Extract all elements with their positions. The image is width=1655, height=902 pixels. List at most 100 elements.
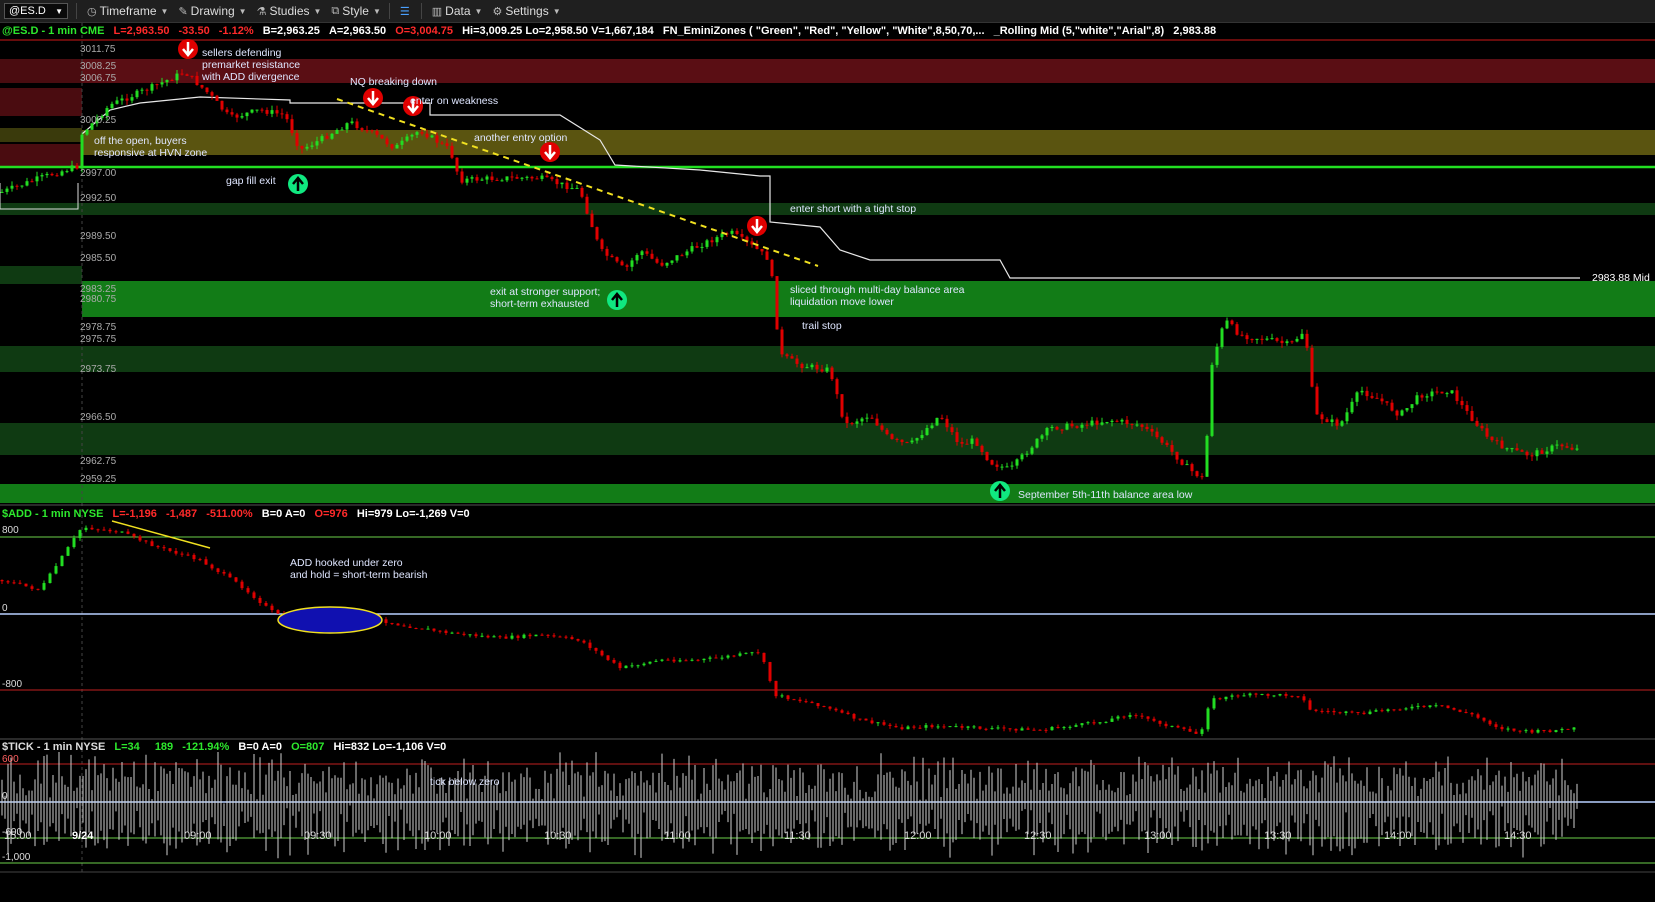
tick-ba: B=0 A=0 bbox=[238, 741, 283, 753]
candle-body bbox=[888, 724, 892, 726]
price-change: -33.50 bbox=[178, 25, 210, 37]
study-rolling-mid[interactable]: _Rolling Mid (5,"white","Arial",8) bbox=[994, 25, 1165, 37]
candle-body bbox=[310, 145, 314, 147]
candle-body bbox=[990, 460, 994, 465]
add-last: L=-1,196 bbox=[112, 508, 157, 520]
candle-body bbox=[42, 583, 46, 590]
candle-body bbox=[375, 130, 379, 135]
timeframe-menu[interactable]: ◷ Timeframe ▼ bbox=[87, 4, 168, 18]
candle-body bbox=[790, 356, 794, 359]
chevron-down-icon: ▼ bbox=[372, 6, 381, 16]
candle-body bbox=[835, 379, 839, 395]
candle-body bbox=[700, 246, 704, 248]
candle-body bbox=[535, 178, 539, 180]
candle-body bbox=[714, 657, 718, 659]
candle-body bbox=[500, 180, 504, 182]
candle-body bbox=[12, 582, 16, 584]
annotation-gap-fill: gap fill exit bbox=[226, 175, 276, 187]
candle-body bbox=[1242, 695, 1246, 697]
candle-body bbox=[1575, 448, 1579, 450]
chevron-down-icon: ▼ bbox=[552, 6, 561, 16]
candle-body bbox=[320, 136, 324, 142]
candle-body bbox=[660, 659, 664, 661]
candle-body bbox=[1290, 341, 1294, 343]
candle-body bbox=[130, 97, 134, 101]
price-level-label: 2980.75 bbox=[80, 294, 117, 305]
candle-body bbox=[1152, 718, 1156, 721]
candle-body bbox=[1105, 422, 1109, 424]
candle-body bbox=[1434, 705, 1438, 707]
candle-body bbox=[1230, 695, 1234, 697]
candle-body bbox=[315, 141, 319, 146]
candle-body bbox=[1475, 420, 1479, 426]
candle-body bbox=[275, 110, 279, 114]
candle-body bbox=[1415, 395, 1419, 405]
candle-body bbox=[954, 726, 958, 728]
candle-body bbox=[1025, 453, 1029, 455]
candle-body bbox=[168, 548, 172, 551]
candle-body bbox=[710, 240, 714, 243]
data-menu[interactable]: ▥ Data ▼ bbox=[432, 4, 483, 18]
candle-body bbox=[880, 425, 884, 430]
candle-body bbox=[145, 89, 149, 91]
candle-body bbox=[770, 259, 774, 277]
candle-body bbox=[195, 75, 199, 86]
candle-body bbox=[1065, 423, 1069, 430]
chart-canvas[interactable] bbox=[0, 23, 1655, 902]
candle-body bbox=[948, 726, 952, 728]
candle-body bbox=[1010, 465, 1014, 467]
candle-body bbox=[1188, 728, 1192, 732]
candle-body bbox=[1185, 464, 1189, 466]
candle-body bbox=[384, 619, 388, 623]
candle-body bbox=[70, 165, 74, 172]
layout-button[interactable]: ☰ bbox=[400, 5, 413, 18]
candle-body bbox=[1150, 429, 1154, 432]
candle-body bbox=[330, 133, 334, 139]
price-ask: A=2,963.50 bbox=[328, 25, 387, 37]
candle-body bbox=[696, 659, 700, 661]
candle-body bbox=[1420, 395, 1424, 398]
candle-body bbox=[1360, 390, 1364, 393]
price-level-label: 2959.25 bbox=[80, 474, 117, 485]
candle-body bbox=[1495, 440, 1499, 442]
study-zones[interactable]: FN_EminiZones ( "Green", "Red", "Yellow"… bbox=[663, 25, 985, 37]
candle-body bbox=[1074, 725, 1078, 727]
candle-body bbox=[996, 727, 1000, 729]
symbol-selector[interactable]: @ES.D ▼ bbox=[4, 3, 68, 19]
style-menu[interactable]: ⧉ Style ▼ bbox=[331, 4, 380, 18]
candle-body bbox=[510, 635, 514, 639]
drawing-menu[interactable]: ✎ Drawing ▼ bbox=[178, 4, 246, 18]
candle-body bbox=[582, 640, 586, 643]
candle-body bbox=[1482, 717, 1486, 721]
candle-body bbox=[110, 103, 114, 109]
candle-body bbox=[385, 138, 389, 145]
candle-body bbox=[940, 417, 944, 419]
candle-body bbox=[75, 165, 79, 169]
candle-body bbox=[1560, 444, 1564, 447]
candle-body bbox=[1565, 446, 1569, 448]
candle-body bbox=[865, 417, 869, 419]
studies-menu[interactable]: ⚗ Studies ▼ bbox=[257, 4, 322, 18]
candle-body bbox=[1554, 730, 1558, 733]
settings-menu[interactable]: ⚙ Settings ▼ bbox=[492, 4, 560, 18]
candle-body bbox=[405, 136, 409, 141]
candle-body bbox=[414, 628, 418, 630]
candle-body bbox=[1190, 464, 1194, 472]
candle-body bbox=[1505, 448, 1509, 450]
drawing-label: Drawing bbox=[190, 4, 235, 18]
time-axis-label: 11:00 bbox=[664, 830, 691, 842]
candle-body bbox=[160, 82, 164, 85]
candle-body bbox=[290, 119, 294, 134]
candle-body bbox=[672, 659, 676, 662]
candle-body bbox=[162, 547, 166, 549]
candle-body bbox=[798, 699, 802, 702]
candle-body bbox=[430, 135, 434, 138]
candle-body bbox=[395, 144, 399, 149]
candle-body bbox=[510, 176, 514, 178]
candle-body bbox=[0, 191, 4, 193]
candle-body bbox=[830, 367, 834, 380]
candle-body bbox=[138, 536, 142, 541]
add-pane-header: $ADD - 1 min NYSE L=-1,196 -1,487 -511.0… bbox=[2, 508, 470, 520]
candle-body bbox=[1535, 450, 1539, 457]
candle-body bbox=[444, 630, 448, 633]
